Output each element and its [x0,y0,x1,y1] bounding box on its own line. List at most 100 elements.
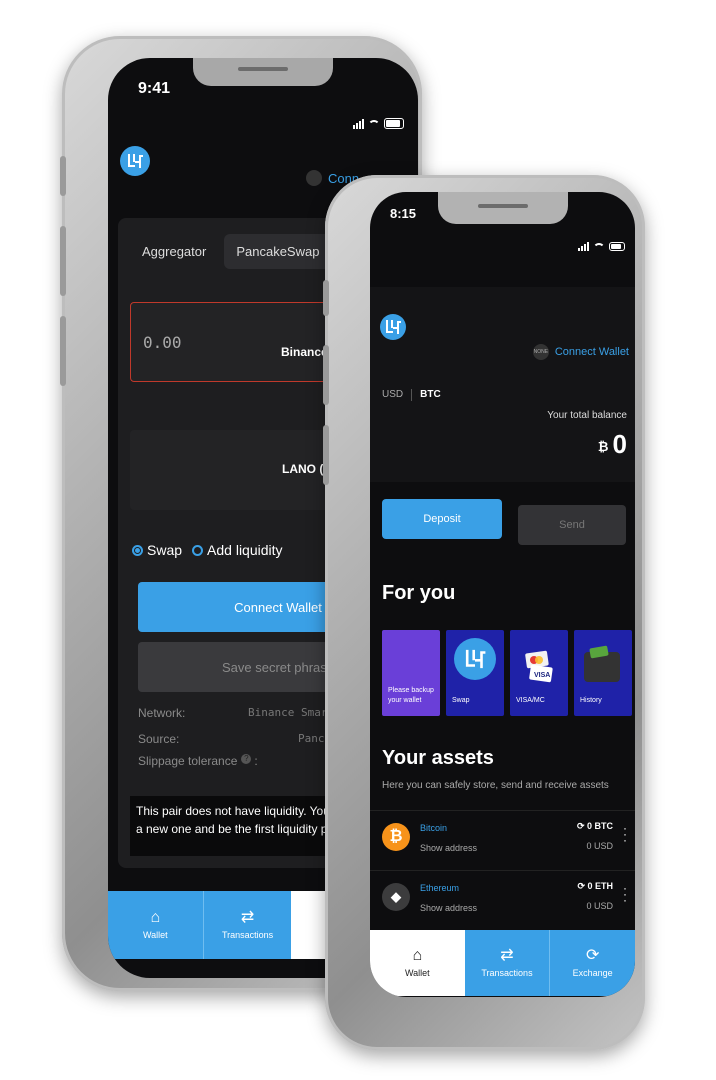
more-options-icon[interactable]: · · · [623,822,627,846]
asset-amount-value: 0 BTC [586,821,613,831]
signal-icon [578,242,589,251]
nav-transactions-label: Transactions [221,930,274,940]
volume-down-button [323,425,329,485]
status-icons [353,118,404,129]
slippage-label: Slippage tolerance [138,754,238,768]
nav-transactions[interactable]: ⇄ Transactions [202,891,292,959]
home-icon: ⌂ [412,947,423,964]
avatar [306,170,322,186]
home-icon: ⌂ [150,909,161,926]
nav-wallet-label: Wallet [404,968,430,978]
bottom-nav: ⌂ Wallet ⇄ Transactions ⟳ Exchange [370,930,635,996]
from-network-label[interactable]: Binance [281,345,328,359]
refresh-icon[interactable]: ⟳ [577,881,587,891]
show-address-link[interactable]: Show address [420,903,477,913]
svg-text:VISA: VISA [534,672,550,679]
deposit-button[interactable]: Deposit [382,499,502,539]
status-icons [578,242,625,251]
source-label: Source: [138,732,180,746]
asset-row-bitcoin[interactable]: ₿ Bitcoin Show address ⟳ 0 BTC 0 USD · · · [370,810,635,871]
amount-input[interactable]: 0.00 [143,333,182,352]
asset-name[interactable]: Bitcoin [420,823,447,833]
swap-tabs: Aggregator PancakeSwap [130,234,332,269]
card-label: History [580,697,602,704]
asset-name[interactable]: Ethereum [420,883,459,893]
network-value: Binance Smart [248,706,335,719]
notch [437,192,568,224]
ethereum-icon: ◆ [382,883,410,911]
asset-usd: 0 USD [586,841,613,851]
nav-exchange-label: Exchange [572,968,613,978]
send-button[interactable]: Send [518,505,626,545]
history-card[interactable]: History [574,630,632,716]
balance-header [370,287,635,482]
tab-pancakeswap[interactable]: PancakeSwap [224,234,332,269]
credit-card-icon: VISA [525,650,553,683]
nav-wallet[interactable]: ⌂ Wallet [108,891,203,959]
asset-usd: 0 USD [586,901,613,911]
visa-mc-card[interactable]: VISA VISA/MC [510,630,568,716]
radio-dot-icon [132,544,143,556]
status-time: 8:15 [390,206,417,221]
signal-icon [353,118,364,129]
card-label: VISA/MC [516,697,545,704]
wallet-icon [584,652,620,682]
swap-arrows-icon: ⇄ [500,947,514,964]
wifi-icon [368,119,380,128]
for-you-cards: Please backup your wallet Swap VISA VISA… [382,630,632,716]
swap-card[interactable]: Swap [446,630,504,716]
refresh-icon[interactable]: ⟳ [577,821,587,831]
nav-transactions[interactable]: ⇄ Transactions [464,930,550,996]
battery-icon [609,242,625,251]
status-time: 9:41 [138,80,171,97]
add-liquidity-radio[interactable]: Add liquidity [192,542,283,558]
total-balance: ₿ 0 [598,429,627,460]
swap-arrows-icon: ⇄ [240,909,255,926]
wifi-icon [593,242,605,251]
notch [193,58,333,86]
backup-wallet-card[interactable]: Please backup your wallet [382,630,440,716]
volume-up-button [60,226,66,296]
tab-aggregator[interactable]: Aggregator [130,234,218,269]
nav-exchange[interactable]: ⟳ Exchange [549,930,635,996]
swap-radio[interactable]: Swap [132,542,182,558]
total-balance-label: Your total balance [547,410,627,421]
more-options-icon[interactable]: · · · [623,882,627,906]
nav-wallet[interactable]: ⌂ Wallet [370,930,465,996]
asset-amount: ⟳ 0 ETH [577,881,613,892]
logo-icon [454,638,496,680]
connect-wallet-link[interactable]: NONE Connect Wallet [532,344,629,360]
btc-symbol-icon: ₿ [597,438,609,454]
mute-switch [323,280,329,316]
network-label: Network: [138,706,186,720]
balance-value: 0 [612,429,627,459]
help-icon[interactable]: ? [241,754,252,764]
asset-row-ethereum[interactable]: ◆ Ethereum Show address ⟳ 0 ETH 0 USD · ·… [370,870,635,931]
assets-subtitle: Here you can safely store, send and rece… [382,780,609,791]
for-you-title: For you [382,582,456,604]
bitcoin-icon: ₿ [382,823,410,851]
battery-icon [384,118,404,129]
front-phone-screen: 8:15 NONE Connect Wallet USD BTC Your to… [370,192,635,997]
swap-radio-label: Swap [147,542,183,558]
currency-usd[interactable]: USD [382,389,403,401]
card-label: Please backup your wallet [388,687,434,704]
nav-wallet-label: Wallet [143,930,168,940]
nav-transactions-label: Transactions [481,968,533,978]
volume-up-button [323,345,329,405]
assets-title: Your assets [382,747,494,769]
exchange-icon: ⟳ [585,947,600,964]
radio-dot-icon [192,544,204,556]
asset-amount-value: 0 ETH [587,881,613,891]
add-liquidity-label: Add liquidity [207,542,283,558]
volume-down-button [60,316,66,386]
connect-wallet-label: Connect Wallet [554,346,629,358]
divider [411,389,413,401]
show-address-link[interactable]: Show address [420,843,477,853]
currency-btc[interactable]: BTC [420,389,441,401]
app-logo-icon[interactable] [120,146,150,176]
slippage-suffix: : [254,754,258,768]
mute-switch [60,156,66,196]
card-label: Swap [452,697,470,704]
app-logo-icon[interactable] [380,314,406,340]
